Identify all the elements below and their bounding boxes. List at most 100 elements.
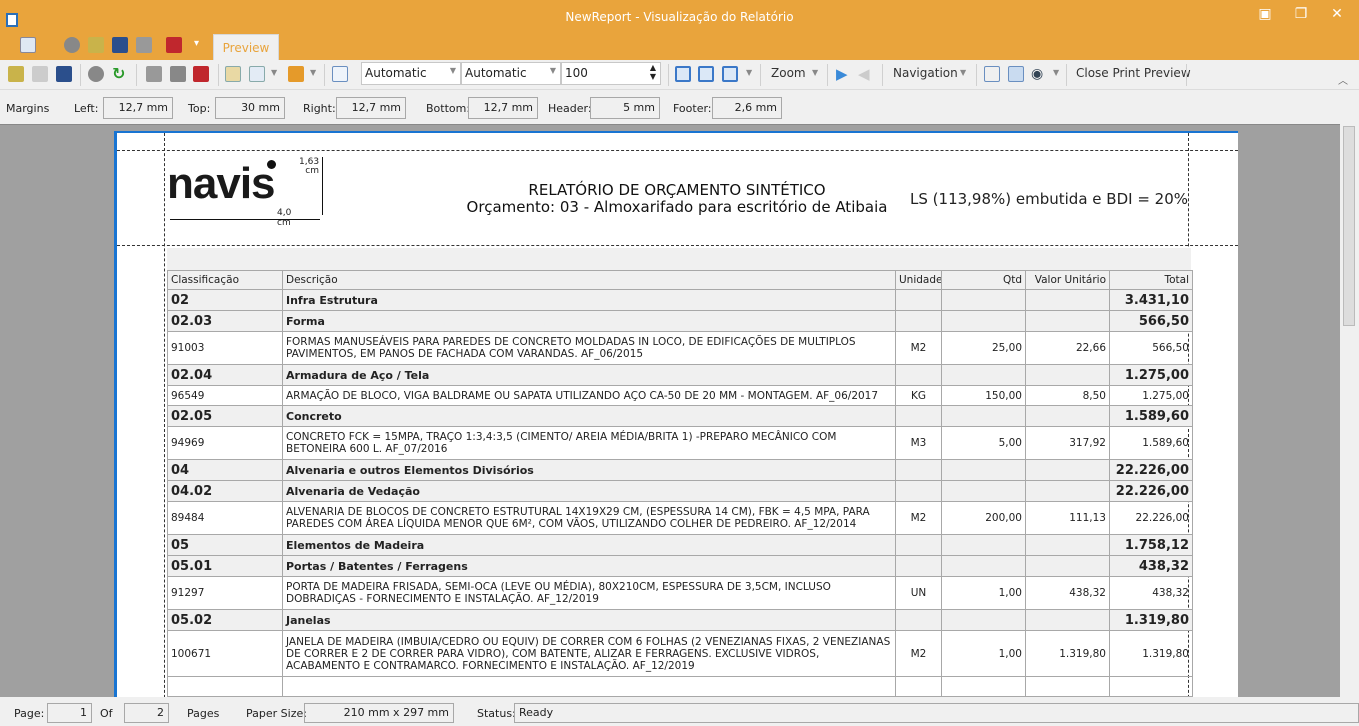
export-icon[interactable] xyxy=(88,37,104,53)
unit-cell: M2 xyxy=(895,501,942,535)
eye-icon[interactable]: ◉ xyxy=(1031,66,1047,82)
chevron-down-icon[interactable]: ▼ xyxy=(1053,68,1059,77)
chevron-down-icon[interactable]: ▼ xyxy=(960,68,966,77)
navigation-menu[interactable]: Navigation xyxy=(893,66,958,80)
spin-arrows-icon[interactable]: ▲ ▼ xyxy=(650,63,656,81)
pdf-icon[interactable] xyxy=(166,37,182,53)
unit-cell: UN xyxy=(895,576,942,610)
chevron-down-icon[interactable]: ▼ xyxy=(310,68,316,77)
export-icon[interactable] xyxy=(8,66,24,82)
classification-cell: 91003 xyxy=(167,331,283,365)
zoom-spinner[interactable]: 100 ▲ ▼ xyxy=(561,62,661,85)
watermark-icon[interactable] xyxy=(288,66,304,82)
report-page: navis 1,63 cm 4,0 cm RELATÓRIO DE ORÇAMEN… xyxy=(114,131,1238,697)
description-cell: Armadura de Aço / Tela xyxy=(282,364,896,386)
chevron-down-icon: ▼ xyxy=(549,66,556,75)
close-print-preview-button[interactable]: Close Print Preview xyxy=(1076,66,1191,80)
unit-price-cell xyxy=(1025,459,1110,481)
page-setup-icon[interactable] xyxy=(225,66,241,82)
close-button[interactable]: ✕ xyxy=(1322,6,1352,22)
unit-price-cell xyxy=(1025,364,1110,386)
chevron-down-icon[interactable]: ▼ xyxy=(812,68,818,77)
group-row: 02.04 Armadura de Aço / Tela 1.275,00 xyxy=(167,364,1193,386)
save-icon[interactable] xyxy=(112,37,128,53)
empty-cell xyxy=(282,676,896,697)
tab-preview[interactable]: Preview xyxy=(213,34,279,60)
classification-cell: 91297 xyxy=(167,576,283,610)
scrollbar-thumb[interactable] xyxy=(1343,126,1355,326)
window-title: NewReport - Visualização do Relatório xyxy=(565,10,794,24)
quantity-cell: 200,00 xyxy=(941,501,1026,535)
gear-icon[interactable] xyxy=(88,66,104,82)
search-icon[interactable] xyxy=(984,66,1000,82)
total-pages-field: 2 xyxy=(124,703,169,723)
quick-print-icon[interactable] xyxy=(170,66,186,82)
group-row: 05 Elementos de Madeira 1.758,12 xyxy=(167,534,1193,556)
chevron-down-icon[interactable]: ▼ xyxy=(746,68,752,77)
fit-width-icon[interactable] xyxy=(332,66,348,82)
pdf-icon[interactable] xyxy=(193,66,209,82)
ribbon-display-icon[interactable]: ▣ xyxy=(1250,6,1280,22)
total-cell: 1.275,00 xyxy=(1109,385,1193,406)
total-cell: 1.275,00 xyxy=(1109,364,1193,386)
scale-combo-1[interactable]: Automatic ▼ xyxy=(361,62,461,85)
zoom-menu[interactable]: Zoom xyxy=(771,66,806,80)
collapse-ribbon-icon[interactable]: ︿ xyxy=(1338,72,1348,87)
edit-page-icon[interactable] xyxy=(249,66,265,82)
group-row: 05.01 Portas / Batentes / Ferragens 438,32 xyxy=(167,555,1193,577)
logo-text: navis xyxy=(167,159,276,208)
unit-price-cell xyxy=(1025,289,1110,311)
total-cell: 22.226,00 xyxy=(1109,459,1193,481)
print-icon[interactable] xyxy=(136,37,152,53)
quantity-cell xyxy=(941,555,1026,577)
left-margin-field[interactable]: 12,7 mm xyxy=(103,97,173,119)
right-margin-field[interactable]: 12,7 mm xyxy=(336,97,406,119)
save-icon[interactable] xyxy=(56,66,72,82)
two-pages-icon[interactable] xyxy=(698,66,714,82)
top-margin-field[interactable]: 30 mm xyxy=(215,97,285,119)
status-field: Ready xyxy=(514,703,1359,723)
description-cell: Infra Estrutura xyxy=(282,289,896,311)
footer-margin-field[interactable]: 2,6 mm xyxy=(712,97,782,119)
total-cell: 22.226,00 xyxy=(1109,480,1193,502)
next-page-icon[interactable]: ▶ xyxy=(836,65,848,83)
unit-price-cell xyxy=(1025,480,1110,502)
group-row: 02 Infra Estrutura 3.431,10 xyxy=(167,289,1193,311)
description-cell: Janelas xyxy=(282,609,896,631)
single-page-icon[interactable] xyxy=(675,66,691,82)
empty-cell xyxy=(895,676,942,697)
item-row: 91297 PORTA DE MADEIRA FRISADA, SEMI-OCA … xyxy=(167,576,1193,610)
send-icon[interactable] xyxy=(32,66,48,82)
page-field[interactable]: 1 xyxy=(47,703,92,723)
logo-height-note: 1,63 cm xyxy=(299,158,319,176)
quantity-cell xyxy=(941,609,1026,631)
page-view-icon[interactable] xyxy=(1008,66,1024,82)
item-row: 91003 FORMAS MANUSEÁVEIS PARA PAREDES DE … xyxy=(167,331,1193,365)
empty-cell xyxy=(1109,676,1193,697)
classification-cell: 04.02 xyxy=(167,480,283,502)
unit-price-cell: 317,92 xyxy=(1025,426,1110,460)
refresh-icon[interactable]: ↻ xyxy=(112,66,128,82)
margins-label: Margins xyxy=(6,102,50,115)
unit-price-cell xyxy=(1025,405,1110,427)
quantity-cell: 1,00 xyxy=(941,576,1026,610)
total-cell: 566,50 xyxy=(1109,331,1193,365)
description-cell: Elementos de Madeira xyxy=(282,534,896,556)
print-icon[interactable] xyxy=(146,66,162,82)
header-margin-field[interactable]: 5 mm xyxy=(590,97,660,119)
restore-button[interactable]: ❐ xyxy=(1286,6,1316,22)
gear-icon[interactable] xyxy=(64,37,80,53)
chevron-down-icon[interactable]: ▼ xyxy=(271,68,277,77)
total-cell: 22.226,00 xyxy=(1109,501,1193,535)
previous-page-icon[interactable]: ◀ xyxy=(858,65,870,83)
multiple-pages-icon[interactable] xyxy=(722,66,738,82)
quantity-cell xyxy=(941,480,1026,502)
description-cell: Forma xyxy=(282,310,896,332)
preview-icon[interactable] xyxy=(20,37,36,53)
total-cell: 1.319,80 xyxy=(1109,630,1193,677)
preview-area[interactable]: navis 1,63 cm 4,0 cm RELATÓRIO DE ORÇAMEN… xyxy=(0,124,1340,697)
customize-qat-icon[interactable]: ▾ xyxy=(194,38,199,49)
unit-price-cell: 22,66 xyxy=(1025,331,1110,365)
scale-combo-2[interactable]: Automatic ▼ xyxy=(461,62,561,85)
bottom-margin-field[interactable]: 12,7 mm xyxy=(468,97,538,119)
